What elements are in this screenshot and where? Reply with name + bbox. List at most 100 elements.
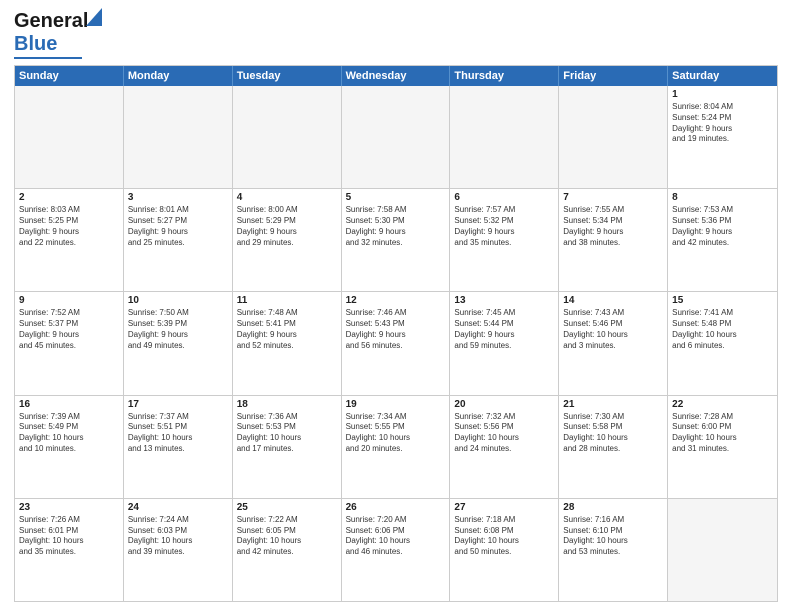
day-number: 16	[19, 399, 119, 410]
calendar-cell	[15, 86, 124, 188]
cell-info: Sunrise: 7:34 AM Sunset: 5:55 PM Dayligh…	[346, 412, 446, 455]
day-number: 7	[563, 192, 663, 203]
dow-sunday: Sunday	[15, 66, 124, 86]
cell-info: Sunrise: 7:20 AM Sunset: 6:06 PM Dayligh…	[346, 515, 446, 558]
calendar-cell: 23 Sunrise: 7:26 AM Sunset: 6:01 PM Dayli…	[15, 499, 124, 601]
calendar-cell	[668, 499, 777, 601]
cell-info: Sunrise: 8:04 AM Sunset: 5:24 PM Dayligh…	[672, 102, 773, 145]
calendar-cell: 24 Sunrise: 7:24 AM Sunset: 6:03 PM Dayli…	[124, 499, 233, 601]
cell-info: Sunrise: 8:00 AM Sunset: 5:29 PM Dayligh…	[237, 205, 337, 248]
header: General Blue	[14, 10, 778, 59]
calendar-cell: 14 Sunrise: 7:43 AM Sunset: 5:46 PM Dayli…	[559, 292, 668, 394]
day-number: 18	[237, 399, 337, 410]
cell-info: Sunrise: 7:55 AM Sunset: 5:34 PM Dayligh…	[563, 205, 663, 248]
calendar-cell: 4 Sunrise: 8:00 AM Sunset: 5:29 PM Daylig…	[233, 189, 342, 291]
cell-info: Sunrise: 7:57 AM Sunset: 5:32 PM Dayligh…	[454, 205, 554, 248]
dow-tuesday: Tuesday	[233, 66, 342, 86]
cell-info: Sunrise: 7:53 AM Sunset: 5:36 PM Dayligh…	[672, 205, 773, 248]
calendar-cell	[450, 86, 559, 188]
calendar-week-4: 16 Sunrise: 7:39 AM Sunset: 5:49 PM Dayli…	[15, 396, 777, 499]
day-number: 25	[237, 502, 337, 513]
cell-info: Sunrise: 7:48 AM Sunset: 5:41 PM Dayligh…	[237, 308, 337, 351]
calendar-cell: 27 Sunrise: 7:18 AM Sunset: 6:08 PM Dayli…	[450, 499, 559, 601]
dow-friday: Friday	[559, 66, 668, 86]
day-number: 12	[346, 295, 446, 306]
day-number: 5	[346, 192, 446, 203]
day-number: 15	[672, 295, 773, 306]
calendar-cell: 5 Sunrise: 7:58 AM Sunset: 5:30 PM Daylig…	[342, 189, 451, 291]
calendar-cell: 26 Sunrise: 7:20 AM Sunset: 6:06 PM Dayli…	[342, 499, 451, 601]
day-number: 1	[672, 89, 773, 100]
calendar-cell: 25 Sunrise: 7:22 AM Sunset: 6:05 PM Dayli…	[233, 499, 342, 601]
day-number: 28	[563, 502, 663, 513]
logo: General Blue	[14, 10, 88, 59]
calendar-header: Sunday Monday Tuesday Wednesday Thursday…	[15, 66, 777, 86]
cell-info: Sunrise: 7:22 AM Sunset: 6:05 PM Dayligh…	[237, 515, 337, 558]
day-number: 11	[237, 295, 337, 306]
logo-underline	[14, 57, 82, 59]
day-number: 9	[19, 295, 119, 306]
day-number: 27	[454, 502, 554, 513]
day-number: 4	[237, 192, 337, 203]
day-number: 2	[19, 192, 119, 203]
calendar-cell: 13Sunrise: 7:45 AM Sunset: 5:44 PM Dayli…	[450, 292, 559, 394]
day-number: 22	[672, 399, 773, 410]
day-number: 24	[128, 502, 228, 513]
calendar-cell: 9Sunrise: 7:52 AM Sunset: 5:37 PM Daylig…	[15, 292, 124, 394]
calendar-week-5: 23 Sunrise: 7:26 AM Sunset: 6:01 PM Dayli…	[15, 499, 777, 601]
day-number: 21	[563, 399, 663, 410]
day-number: 14	[563, 295, 663, 306]
cell-info: Sunrise: 7:58 AM Sunset: 5:30 PM Dayligh…	[346, 205, 446, 248]
calendar-cell: 1 Sunrise: 8:04 AM Sunset: 5:24 PM Daylig…	[668, 86, 777, 188]
calendar-cell: 6 Sunrise: 7:57 AM Sunset: 5:32 PM Daylig…	[450, 189, 559, 291]
cell-info: Sunrise: 8:01 AM Sunset: 5:27 PM Dayligh…	[128, 205, 228, 248]
day-number: 8	[672, 192, 773, 203]
calendar-cell	[124, 86, 233, 188]
cell-info: Sunrise: 7:39 AM Sunset: 5:49 PM Dayligh…	[19, 412, 119, 455]
calendar-cell: 17 Sunrise: 7:37 AM Sunset: 5:51 PM Dayli…	[124, 396, 233, 498]
calendar-cell: 20 Sunrise: 7:32 AM Sunset: 5:56 PM Dayli…	[450, 396, 559, 498]
calendar-body: 1 Sunrise: 8:04 AM Sunset: 5:24 PM Daylig…	[15, 86, 777, 601]
cell-info: Sunrise: 7:16 AM Sunset: 6:10 PM Dayligh…	[563, 515, 663, 558]
cell-info: Sunrise: 7:36 AM Sunset: 5:53 PM Dayligh…	[237, 412, 337, 455]
calendar: Sunday Monday Tuesday Wednesday Thursday…	[14, 65, 778, 602]
logo-general: General	[14, 10, 88, 32]
cell-info: Sunrise: 7:45 AM Sunset: 5:44 PM Dayligh…	[454, 308, 554, 351]
cell-info: Sunrise: 7:30 AM Sunset: 5:58 PM Dayligh…	[563, 412, 663, 455]
day-number: 3	[128, 192, 228, 203]
day-number: 6	[454, 192, 554, 203]
cell-info: Sunrise: 7:50 AM Sunset: 5:39 PM Dayligh…	[128, 308, 228, 351]
cell-info: Sunrise: 7:28 AM Sunset: 6:00 PM Dayligh…	[672, 412, 773, 455]
day-number: 26	[346, 502, 446, 513]
calendar-cell: 28 Sunrise: 7:16 AM Sunset: 6:10 PM Dayli…	[559, 499, 668, 601]
calendar-cell: 19 Sunrise: 7:34 AM Sunset: 5:55 PM Dayli…	[342, 396, 451, 498]
cell-info: Sunrise: 7:18 AM Sunset: 6:08 PM Dayligh…	[454, 515, 554, 558]
day-number: 19	[346, 399, 446, 410]
calendar-cell: 12Sunrise: 7:46 AM Sunset: 5:43 PM Dayli…	[342, 292, 451, 394]
day-number: 23	[19, 502, 119, 513]
calendar-week-2: 2 Sunrise: 8:03 AM Sunset: 5:25 PM Daylig…	[15, 189, 777, 292]
calendar-week-1: 1 Sunrise: 8:04 AM Sunset: 5:24 PM Daylig…	[15, 86, 777, 189]
cell-info: Sunrise: 7:41 AM Sunset: 5:48 PM Dayligh…	[672, 308, 773, 351]
dow-thursday: Thursday	[450, 66, 559, 86]
cell-info: Sunrise: 7:43 AM Sunset: 5:46 PM Dayligh…	[563, 308, 663, 351]
cell-info: Sunrise: 7:26 AM Sunset: 6:01 PM Dayligh…	[19, 515, 119, 558]
calendar-cell: 3 Sunrise: 8:01 AM Sunset: 5:27 PM Daylig…	[124, 189, 233, 291]
day-number: 20	[454, 399, 554, 410]
calendar-cell	[233, 86, 342, 188]
day-number: 17	[128, 399, 228, 410]
dow-saturday: Saturday	[668, 66, 777, 86]
calendar-cell	[342, 86, 451, 188]
dow-monday: Monday	[124, 66, 233, 86]
logo-triangle-icon	[86, 8, 102, 26]
calendar-cell: 7 Sunrise: 7:55 AM Sunset: 5:34 PM Daylig…	[559, 189, 668, 291]
dow-wednesday: Wednesday	[342, 66, 451, 86]
calendar-cell	[559, 86, 668, 188]
cell-info: Sunrise: 8:03 AM Sunset: 5:25 PM Dayligh…	[19, 205, 119, 248]
cell-info: Sunrise: 7:37 AM Sunset: 5:51 PM Dayligh…	[128, 412, 228, 455]
day-number: 10	[128, 295, 228, 306]
cell-info: Sunrise: 7:24 AM Sunset: 6:03 PM Dayligh…	[128, 515, 228, 558]
page: General Blue Sunday Monday Tuesday Wedne…	[0, 0, 792, 612]
calendar-cell: 11 Sunrise: 7:48 AM Sunset: 5:41 PM Dayli…	[233, 292, 342, 394]
cell-info: Sunrise: 7:32 AM Sunset: 5:56 PM Dayligh…	[454, 412, 554, 455]
